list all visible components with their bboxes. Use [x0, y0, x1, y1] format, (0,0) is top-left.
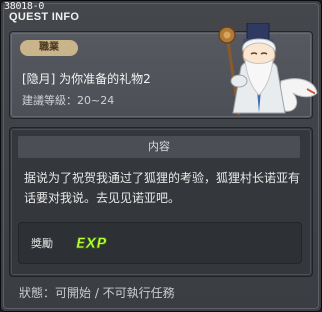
- recommended-level: 建議等級：20~24: [22, 94, 115, 107]
- quest-description: 据说为了祝贺我通过了狐狸的考验，狐狸村长诺亚有话要对我说。去见见诺亚吧。: [24, 171, 301, 205]
- reward-label: 獎勵: [31, 237, 53, 250]
- quest-info-window: 38018-0 QUEST INFO 職業 [隐月] 为你准备的礼物2 建議等級…: [0, 0, 322, 312]
- job-badge: 職業: [20, 40, 78, 56]
- content-panel: 内容 据说为了祝贺我通过了狐狸的考验，狐狸村长诺亚有话要对我说。去见见诺亚吧。 …: [9, 127, 313, 277]
- npc-portrait: [218, 23, 318, 116]
- window-title: QUEST INFO: [9, 11, 80, 23]
- exp-icon: EXP: [76, 236, 108, 252]
- quest-name: [隐月] 为你准备的礼物2: [22, 72, 151, 86]
- content-section-title: 内容: [18, 136, 300, 158]
- quest-status: 狀態：可開始 / 不可執行任務: [19, 286, 175, 300]
- reward-box: 獎勵 EXP: [18, 222, 302, 264]
- exp-icon-text: EXP: [76, 236, 107, 252]
